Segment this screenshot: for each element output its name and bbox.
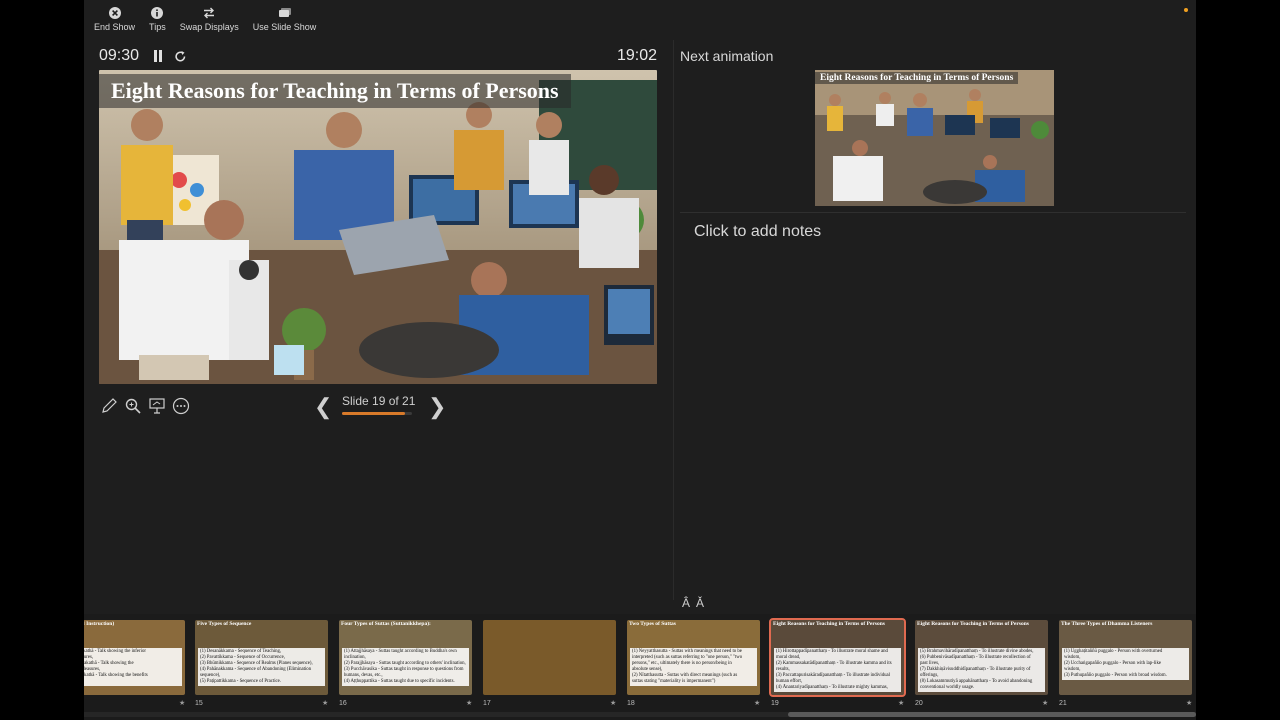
star-icon: ★ [322, 700, 329, 707]
slide-title: Eight Reasons for Teaching in Terms of P… [99, 74, 571, 108]
pane-divider[interactable] [673, 40, 674, 600]
slide-thumbnail[interactable]: Four Types of Suttas (Suttanikkhepa): (1)… [339, 620, 472, 695]
thumbnail-text: ...anu odārikakathā - Talk showing the i… [84, 648, 182, 686]
slide-thumbnail-strip[interactable]: thā (Gradual Instruction) ...anu odārikak… [84, 614, 1196, 720]
increase-font-button[interactable]: Â [682, 596, 690, 610]
thumbnail-title: Five Types of Sequence [197, 621, 252, 627]
thumbnail-text: (1) Desanākkama - Sequence of Teaching,(… [198, 648, 325, 686]
next-animation-label: Next animation [680, 48, 774, 64]
slide-thumbnail[interactable]: Five Types of Sequence (1) Desanākkama - … [195, 620, 328, 695]
presenter-pointer-icon [149, 398, 165, 414]
thumbnail-title: Four Types of Suttas (Suttanikkhepa): [341, 621, 431, 627]
star-icon: ★ [1042, 700, 1049, 707]
star-icon: ★ [179, 700, 186, 707]
more-icon [172, 397, 190, 415]
thumbnail-title: Two Types of Suttas [629, 621, 676, 627]
pause-button[interactable] [151, 49, 165, 63]
next-slide-title: Eight Reasons for Teaching in Terms of P… [815, 72, 1019, 84]
thumbnail-line: (5) Paṭipattikkama - Sequence of Practic… [200, 679, 281, 684]
swap-arrows-icon [204, 7, 215, 19]
presenter-view: End Show Tips Swap Displays Use Slide Sh… [84, 0, 1196, 720]
strip-scrollbar-thumb[interactable] [788, 712, 1196, 717]
pen-icon [102, 398, 117, 413]
next-slide-preview[interactable]: Eight Reasons for Teaching in Terms of P… [815, 70, 1054, 206]
slide-thumbnail[interactable]: Eight Reasons for Teaching in Terms of P… [915, 620, 1048, 695]
notes-divider [680, 212, 1186, 213]
star-icon: ★ [610, 700, 617, 707]
magnifier-icon [125, 398, 141, 414]
slide-thumbnail[interactable] [483, 620, 616, 695]
zoom-button[interactable] [123, 396, 143, 416]
thumbnail-number: 20 [915, 700, 923, 707]
previous-slide-button[interactable]: ❮ [314, 394, 332, 420]
star-icon: ★ [898, 700, 905, 707]
tips-label: Tips [149, 22, 166, 32]
recording-indicator [1184, 8, 1188, 12]
notes-field[interactable]: Click to add notes [694, 223, 821, 241]
reset-timer-button[interactable] [173, 49, 187, 63]
star-icon: ★ [1186, 700, 1193, 707]
thumbnail-text: (5) Brahmavihāradīpanatthaṃ - To illustr… [918, 648, 1045, 692]
use-slide-show-button[interactable]: Use Slide Show [252, 6, 317, 36]
slide-illustration [99, 70, 657, 384]
thumbnail-line: (3) Puthupañño puggalo - Person with bro… [1064, 673, 1167, 678]
thumbnail-line: (7) Dakkhiṇāvisuddhidīpanatthaṃ - To ill… [920, 667, 1031, 672]
slide-thumbnail[interactable]: The Three Types of Dhamma Listeners (1) U… [1059, 620, 1192, 695]
toolbar: End Show Tips Swap Displays Use Slide Sh… [84, 6, 316, 36]
star-icon: ★ [466, 700, 473, 707]
slide-thumbnail[interactable]: Two Types of Suttas (1) Neyyatthasutta - … [627, 620, 760, 695]
slide-counter: Slide 19 of 21 [342, 394, 416, 408]
thumbnail-number: 18 [627, 700, 635, 707]
thumbnail-text: (1) Neyyatthasutta - Suttas with meaning… [630, 648, 757, 686]
pen-tool-button[interactable] [99, 396, 119, 416]
tips-button[interactable]: Tips [149, 6, 166, 36]
thumbnail-line: (4) Aṭṭhuppattika - Suttas taught due to… [344, 679, 455, 684]
thumbnail-number: 21 [1059, 700, 1067, 707]
thumbnail-number: 16 [339, 700, 347, 707]
next-slide-illustration [815, 70, 1054, 206]
end-show-button[interactable]: End Show [94, 6, 135, 36]
thumbnail-line: suttas stating "materiality is impermane… [632, 679, 716, 684]
thumbnail-title: thā (Gradual Instruction) [84, 621, 115, 627]
reset-icon [174, 50, 185, 61]
thumbnail-line: ...ation. [84, 679, 180, 685]
close-circle-icon [108, 7, 121, 19]
pause-icon [154, 50, 163, 62]
timer-row: 09:30 19:02 [99, 46, 657, 66]
thumbnail-line: (2) Kammassakatādīpanatthaṃ - To illustr… [776, 661, 892, 666]
end-show-label: End Show [94, 22, 136, 32]
slide-thumbnail[interactable]: thā (Gradual Instruction) ...anu odārikak… [84, 620, 185, 695]
slide-show-icon [278, 8, 291, 17]
thumbnail-title: Eight Reasons for Teaching in Terms of P… [917, 621, 1029, 627]
next-slide-button[interactable]: ❯ [428, 394, 446, 420]
thumbnail-line: conventional worldly usage. [920, 685, 975, 690]
swap-displays-button[interactable]: Swap Displays [180, 6, 239, 36]
current-time: 19:02 [616, 47, 657, 64]
info-icon [151, 7, 164, 19]
slide-progress-bar [342, 412, 412, 415]
use-slide-show-label: Use Slide Show [252, 22, 317, 32]
thumbnail-number: 19 [771, 700, 779, 707]
slide-tools [99, 396, 191, 416]
star-icon: ★ [754, 700, 761, 707]
thumbnail-line: (4) Ānantariyadīpanatthaṃ - To illustrat… [776, 685, 888, 690]
decrease-font-button[interactable]: Ǎ [696, 596, 704, 610]
thumbnail-text: (1) Hirottappadīpanatthaṃ - To illustrat… [774, 648, 901, 692]
thumbnail-title: The Three Types of Dhamma Listeners [1061, 621, 1153, 627]
swap-displays-label: Swap Displays [179, 22, 239, 32]
slide-navigation: ❮ Slide 19 of 21 ❯ [314, 392, 446, 420]
thumbnail-text: (1) Ugghaṭitaññū puggalo - Person with o… [1062, 648, 1189, 680]
current-slide[interactable]: Eight Reasons for Teaching in Terms of P… [99, 70, 657, 384]
laser-pointer-button[interactable] [147, 396, 167, 416]
thumbnail-title: Eight Reasons for Teaching in Terms of P… [773, 621, 885, 627]
slide-progress-fill [342, 412, 406, 415]
more-options-button[interactable] [171, 396, 191, 416]
slide-thumbnail[interactable]: Eight Reasons for Teaching in Terms of P… [769, 618, 906, 697]
notes-font-controls: Â Ǎ [682, 596, 704, 610]
thumbnail-number: 15 [195, 700, 203, 707]
thumbnail-text: (1) Attajjhāsaya - Suttas taught accordi… [342, 648, 469, 686]
elapsed-timer: 09:30 [99, 47, 140, 64]
thumbnail-number: 17 [483, 700, 491, 707]
